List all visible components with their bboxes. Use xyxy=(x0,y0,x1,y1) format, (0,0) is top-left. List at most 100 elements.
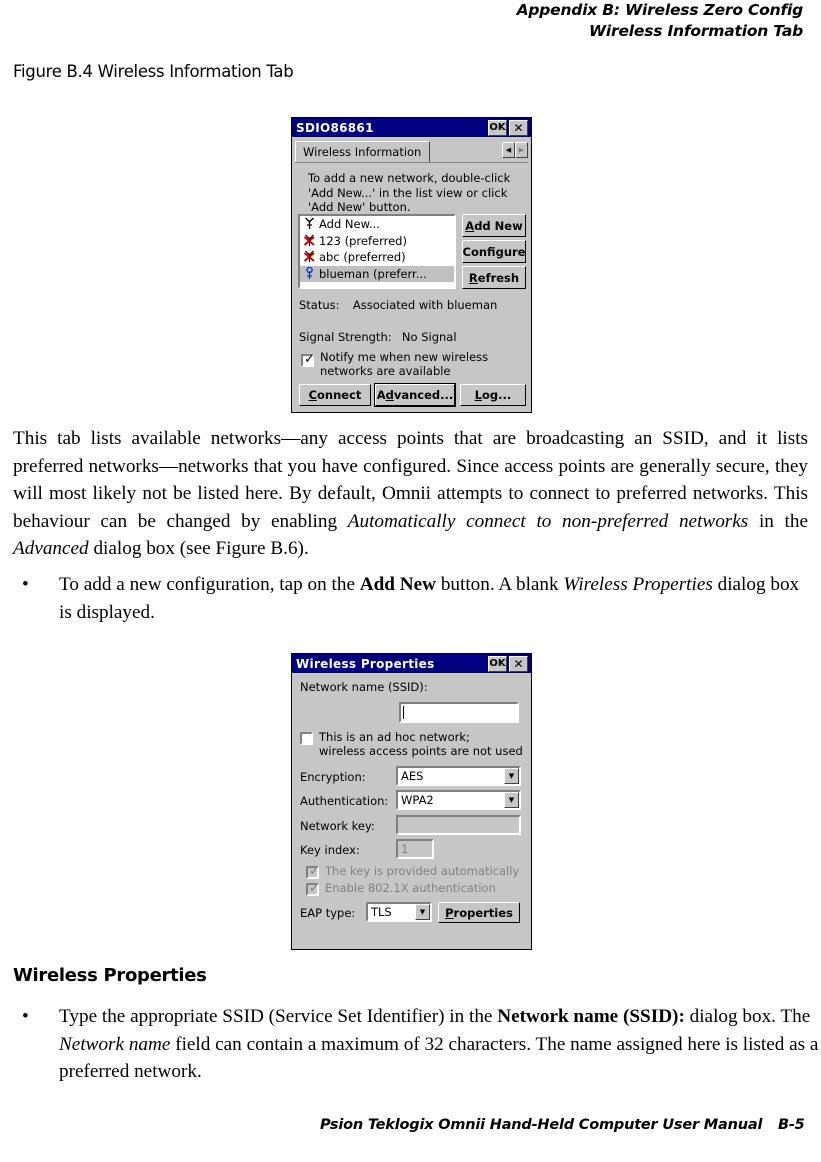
key-index-input[interactable]: 1 xyxy=(396,839,434,859)
bullet1-text-2: button. A blank xyxy=(436,574,564,595)
list-item-label: 123 (preferred) xyxy=(319,233,407,248)
list-item-label: blueman (preferr... xyxy=(319,266,427,281)
check-icon: ✓ xyxy=(304,352,315,367)
close-icon[interactable]: ✕ xyxy=(509,655,528,672)
instructions-text: To add a new network, double-click 'Add … xyxy=(308,171,511,214)
enable-8021x-label: Enable 802.1X authentication xyxy=(325,881,496,895)
antenna-plain-icon xyxy=(303,217,316,231)
ssid-input[interactable] xyxy=(399,702,519,723)
authentication-label-text: Authentication: xyxy=(300,794,389,808)
list-item[interactable]: blueman (preferr... xyxy=(300,265,454,282)
figure-caption-b4: Figure B.4 Wireless Information Tab xyxy=(13,62,294,81)
notify-checkbox[interactable]: ✓ xyxy=(301,352,315,367)
tab-label: Wireless Information xyxy=(303,145,422,159)
encryption-select[interactable]: AES ▼ xyxy=(396,766,521,786)
running-head-section: Wireless Information Tab xyxy=(589,22,803,40)
add-new-label-rest: dd New xyxy=(474,218,523,233)
key-auto-label-text: The key is provided automatically xyxy=(325,864,520,878)
signal-strength-value: No Signal xyxy=(401,330,457,344)
authentication-select[interactable]: WPA2 ▼ xyxy=(396,790,521,810)
chevron-down-icon[interactable]: ▼ xyxy=(504,768,519,784)
titlebar-wireless-information: SDIO86861 OK ✕ xyxy=(292,118,531,137)
list-item[interactable]: 123 (preferred) xyxy=(300,233,454,250)
eap-type-select[interactable]: TLS ▼ xyxy=(366,902,432,922)
ssid-label-text: Network name (SSID): xyxy=(300,680,428,694)
dialog-wireless-information[interactable]: SDIO86861 OK ✕ Wireless Information ◀ ▶ … xyxy=(291,117,532,413)
antenna-red-x-icon xyxy=(303,234,316,248)
status-label: Status: xyxy=(299,298,340,312)
notify-checkbox-label: Notify me when new wireless networks are… xyxy=(320,350,520,378)
eap-type-value: TLS xyxy=(371,905,392,919)
authentication-label: Authentication: xyxy=(300,794,388,808)
running-head-appendix: Appendix B: Wireless Zero Config xyxy=(516,1,804,19)
adhoc-line2: wireless access points are not used xyxy=(319,744,523,758)
tab-wireless-information[interactable]: Wireless Information xyxy=(295,141,431,162)
check-icon: ✓ xyxy=(309,881,320,896)
list-item[interactable]: abc (preferred) xyxy=(300,249,454,266)
ok-button[interactable]: OK xyxy=(488,655,507,672)
signal-strength-label: Signal Strength: xyxy=(299,330,392,344)
chevron-down-icon[interactable]: ▼ xyxy=(504,792,519,808)
bullet-marker: • xyxy=(22,1006,29,1027)
chevron-right-icon[interactable]: ▶ xyxy=(515,142,528,158)
bullet2-text-1: Type the appropriate SSID (Service Set I… xyxy=(59,1006,498,1027)
ok-button[interactable]: OK xyxy=(488,119,507,136)
encryption-value: AES xyxy=(401,769,424,783)
tabstrip: Wireless Information ◀ ▶ xyxy=(295,141,528,163)
dialog-title: Wireless Properties xyxy=(296,656,435,671)
section-heading-wireless-properties: Wireless Properties xyxy=(13,965,207,986)
list-item[interactable]: Add New... xyxy=(300,216,454,233)
key-auto-checkbox[interactable]: ✓ xyxy=(306,864,320,879)
titlebar-wireless-properties: Wireless Properties OK ✕ xyxy=(292,654,531,673)
footer-page-number: B-5 xyxy=(778,1117,805,1133)
paragraph-text-2: in the xyxy=(748,510,808,532)
paragraph-italic-1: Automatically connect to non-preferred n… xyxy=(347,510,749,532)
bullet-marker: • xyxy=(22,574,29,595)
advanced-button[interactable]: Advanced... xyxy=(374,383,456,407)
dialog-title: SDIO86861 xyxy=(296,120,374,135)
key-index-label-text: Key index: xyxy=(300,843,360,857)
antenna-red-x-icon xyxy=(303,250,316,264)
dialog-wireless-properties[interactable]: Wireless Properties OK ✕ Network name (S… xyxy=(291,653,532,950)
key-index-value: 1 xyxy=(401,842,409,856)
antenna-blue-icon xyxy=(303,266,316,281)
close-icon[interactable]: ✕ xyxy=(509,119,528,136)
enable-8021x-checkbox[interactable]: ✓ xyxy=(306,881,320,896)
configure-button[interactable]: Configure xyxy=(462,240,526,263)
eap-type-label-text: EAP type: xyxy=(300,906,356,920)
status-value: Associated with blueman xyxy=(352,298,498,312)
bullet-text: To add a new configuration, tap on the A… xyxy=(59,571,808,626)
bullet2-text-3: field can contain a maximum of 32 charac… xyxy=(59,1033,819,1083)
enable-8021x-label-text: Enable 802.1X authentication xyxy=(325,881,496,895)
connect-button[interactable]: Connect xyxy=(299,384,371,406)
bullet2-bold: Network name (SSID): xyxy=(497,1006,685,1027)
list-item-label: abc (preferred) xyxy=(319,250,406,265)
tab-scroll-spinner[interactable]: ◀ ▶ xyxy=(502,142,528,158)
network-key-input[interactable] xyxy=(396,815,521,835)
log-button[interactable]: Log... xyxy=(460,384,526,406)
bullet1-text-1: To add a new configuration, tap on the xyxy=(59,574,360,595)
network-list[interactable]: Add New... 123 (preferred) abc (preferre… xyxy=(298,214,456,289)
properties-button[interactable]: Properties xyxy=(438,902,520,923)
adhoc-checkbox-label: This is an ad hoc network; wireless acce… xyxy=(319,730,531,758)
eap-type-label: EAP type: xyxy=(300,906,355,920)
adhoc-checkbox[interactable] xyxy=(300,732,313,745)
network-key-label: Network key: xyxy=(300,819,375,833)
footer-manual-title: Psion Teklogix Omnii Hand-Held Computer … xyxy=(320,1117,763,1133)
encryption-label: Encryption: xyxy=(300,770,366,784)
check-icon: ✓ xyxy=(309,864,320,879)
chevron-left-icon[interactable]: ◀ xyxy=(502,142,515,158)
bullet2-italic: Network name xyxy=(59,1033,171,1055)
chevron-down-icon[interactable]: ▼ xyxy=(415,904,430,920)
text-caret xyxy=(403,706,404,719)
status-row: Status: Associated with blueman xyxy=(299,298,497,312)
bullet-text: Type the appropriate SSID (Service Set I… xyxy=(59,1003,821,1086)
bullet1-bold: Add New xyxy=(359,574,437,595)
bullet2-text-2: dialog box. The xyxy=(684,1006,811,1027)
add-new-button[interactable]: Add New xyxy=(462,214,526,237)
list-item-label: Add New... xyxy=(319,217,380,232)
authentication-value: WPA2 xyxy=(401,793,434,807)
signal-row: Signal Strength: No Signal xyxy=(299,330,457,344)
refresh-button[interactable]: Refresh xyxy=(462,266,526,289)
notify-line1: Notify me when new wireless xyxy=(320,350,489,364)
